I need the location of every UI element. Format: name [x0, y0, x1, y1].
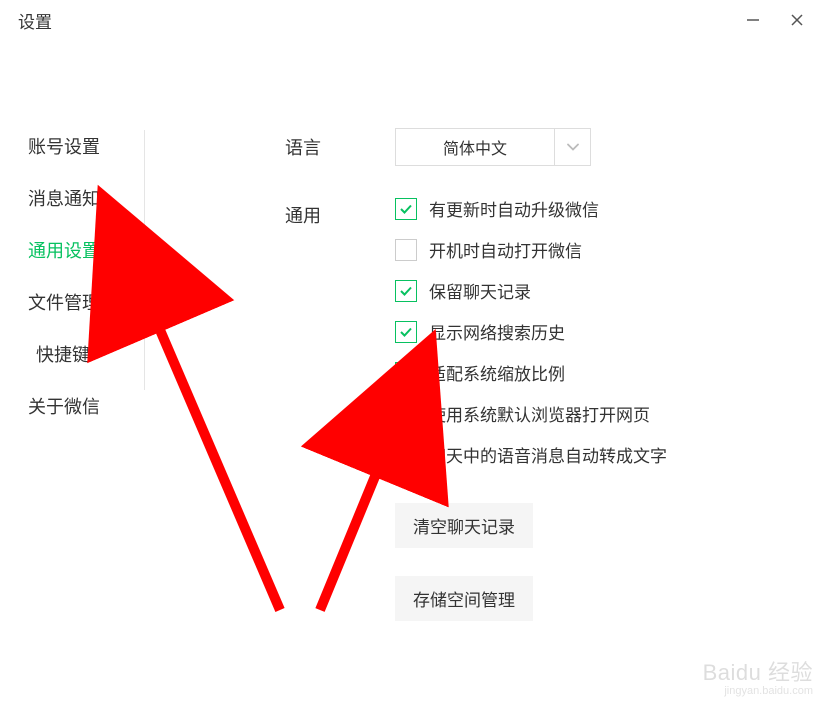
language-content: 简体中文 [395, 128, 825, 166]
checkbox-label: 适配系统缩放比例 [429, 360, 565, 385]
watermark: Baidu 经验 jingyan.baidu.com [703, 655, 813, 697]
checkbox-auto-update[interactable] [395, 198, 417, 220]
close-button[interactable] [787, 10, 807, 30]
general-row: 通用 有更新时自动升级微信 开机时自动打开微信 保留聊天记录 [285, 196, 825, 629]
general-label: 通用 [285, 196, 395, 228]
checkbox-row-browser: 使用系统默认浏览器打开网页 [395, 401, 825, 426]
minimize-button[interactable] [743, 10, 763, 30]
sidebar-item-account[interactable]: 账号设置 [28, 120, 145, 172]
main-panel: 语言 简体中文 通用 有更新时自 [145, 120, 825, 659]
checkbox-label: 使用系统默认浏览器打开网页 [429, 401, 650, 426]
checkbox-row-autostart: 开机时自动打开微信 [395, 237, 825, 262]
button-label: 存储空间管理 [413, 591, 515, 610]
button-label: 清空聊天记录 [413, 518, 515, 537]
sidebar-item-notifications[interactable]: 消息通知 [28, 172, 145, 224]
minimize-icon [746, 13, 760, 27]
sidebar: 账号设置 消息通知 通用设置 文件管理 快捷键 关于微信 [0, 120, 145, 659]
check-icon [399, 284, 413, 298]
sidebar-item-shortcuts[interactable]: 快捷键 [28, 328, 145, 380]
checkbox-row-voice-to-text: 聊天中的语音消息自动转成文字 [395, 442, 825, 467]
checkbox-autostart[interactable] [395, 239, 417, 261]
sidebar-item-label: 快捷键 [36, 345, 90, 365]
checkbox-row-search-history: 显示网络搜索历史 [395, 319, 825, 344]
check-icon [399, 325, 413, 339]
window-controls [743, 10, 807, 30]
checkbox-label: 保留聊天记录 [429, 278, 531, 303]
clear-history-button[interactable]: 清空聊天记录 [395, 503, 533, 548]
checkbox-row-keep-history: 保留聊天记录 [395, 278, 825, 303]
sidebar-item-label: 消息通知 [28, 189, 100, 209]
checkbox-label: 有更新时自动升级微信 [429, 196, 599, 221]
checkbox-voice-to-text[interactable] [395, 444, 417, 466]
language-row: 语言 简体中文 [285, 128, 825, 166]
sidebar-item-about[interactable]: 关于微信 [28, 380, 145, 432]
check-icon [399, 202, 413, 216]
language-label: 语言 [285, 128, 395, 160]
checkbox-search-history[interactable] [395, 321, 417, 343]
sidebar-item-label: 关于微信 [28, 397, 100, 417]
checkbox-scale[interactable] [395, 362, 417, 384]
checkbox-keep-history[interactable] [395, 280, 417, 302]
sidebar-item-general[interactable]: 通用设置 [28, 224, 145, 276]
titlebar: 设置 [0, 0, 825, 40]
checkbox-label: 显示网络搜索历史 [429, 319, 565, 344]
chevron-down-icon [567, 143, 579, 151]
check-icon [399, 366, 413, 380]
language-value: 简体中文 [396, 135, 554, 159]
watermark-main: Baidu 经验 [703, 655, 813, 687]
window-title: 设置 [18, 8, 52, 33]
language-select[interactable]: 简体中文 [395, 128, 591, 166]
sidebar-item-files[interactable]: 文件管理 [28, 276, 145, 328]
checkbox-row-auto-update: 有更新时自动升级微信 [395, 196, 825, 221]
close-icon [790, 13, 804, 27]
checkbox-label: 开机时自动打开微信 [429, 237, 582, 262]
checkbox-browser[interactable] [395, 403, 417, 425]
storage-manage-button[interactable]: 存储空间管理 [395, 576, 533, 621]
checkbox-label: 聊天中的语音消息自动转成文字 [429, 442, 667, 467]
general-content: 有更新时自动升级微信 开机时自动打开微信 保留聊天记录 显示网络 [395, 196, 825, 629]
content-area: 账号设置 消息通知 通用设置 文件管理 快捷键 关于微信 语言 简体中文 [0, 40, 825, 659]
sidebar-item-label: 账号设置 [28, 137, 100, 157]
checkbox-row-scale: 适配系统缩放比例 [395, 360, 825, 385]
sidebar-item-label: 通用设置 [28, 241, 100, 261]
select-arrow [554, 129, 590, 165]
active-indicator [143, 238, 146, 262]
sidebar-item-label: 文件管理 [28, 293, 100, 313]
